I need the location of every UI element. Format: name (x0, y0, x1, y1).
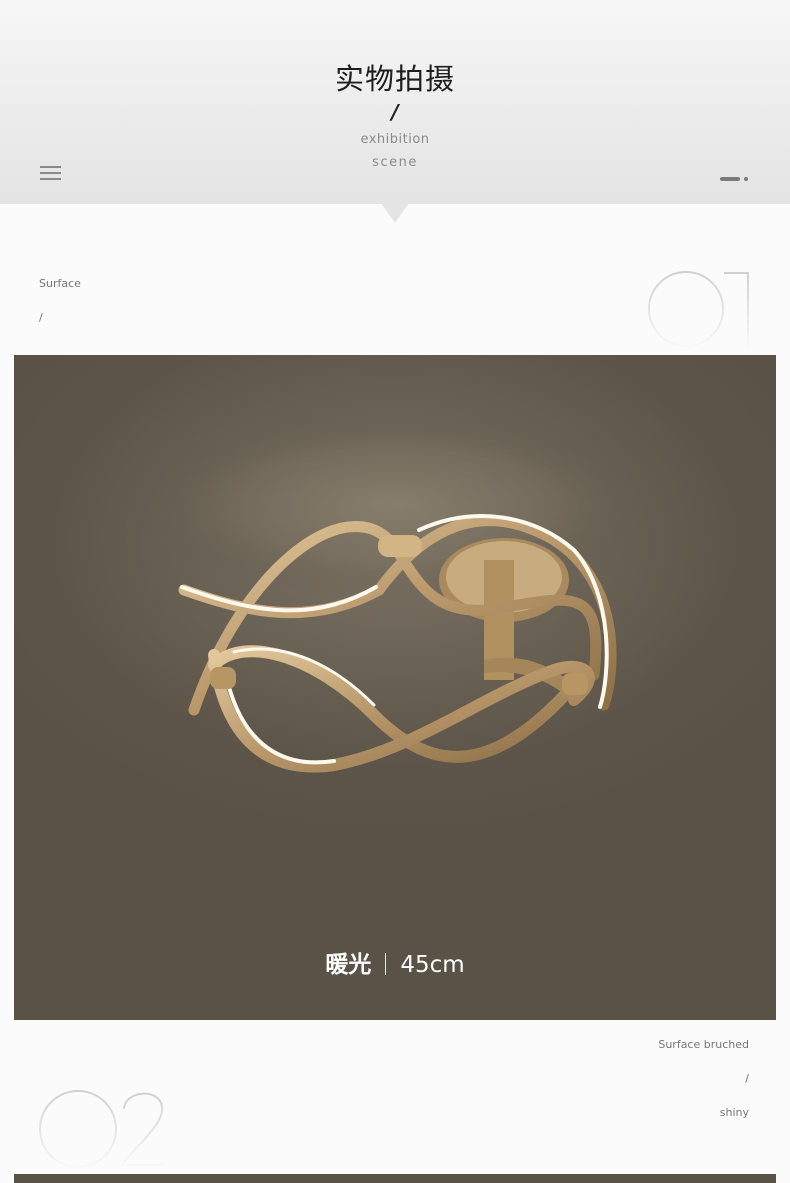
section2-slash: / (745, 1072, 749, 1085)
ceiling-lamp-image (134, 410, 654, 773)
photo-caption: 暖光 45cm (14, 945, 776, 979)
subtitle-scene: scene (372, 155, 418, 170)
section-number-02 (39, 1090, 164, 1168)
header-pointer (381, 203, 409, 223)
next-product-photo (14, 1174, 776, 1183)
title-divider: / (391, 100, 399, 124)
subtitle-exhibition: exhibition (360, 132, 430, 147)
caption-size: 45cm (400, 952, 465, 978)
section-number-01 (648, 271, 749, 347)
section1-slash: / (39, 311, 43, 324)
product-photo: 暖光 45cm (14, 355, 776, 1020)
caption-divider (385, 953, 387, 975)
caption-light-color: 暖光 (325, 952, 372, 978)
section2-label: Surface bruched (658, 1038, 749, 1051)
menu-icon[interactable] (40, 166, 61, 180)
pager-dots-icon[interactable] (720, 176, 750, 182)
section1-label: Surface (39, 277, 81, 290)
section2-finish: shiny (719, 1106, 749, 1119)
page-title: 实物拍摄 (334, 62, 455, 96)
